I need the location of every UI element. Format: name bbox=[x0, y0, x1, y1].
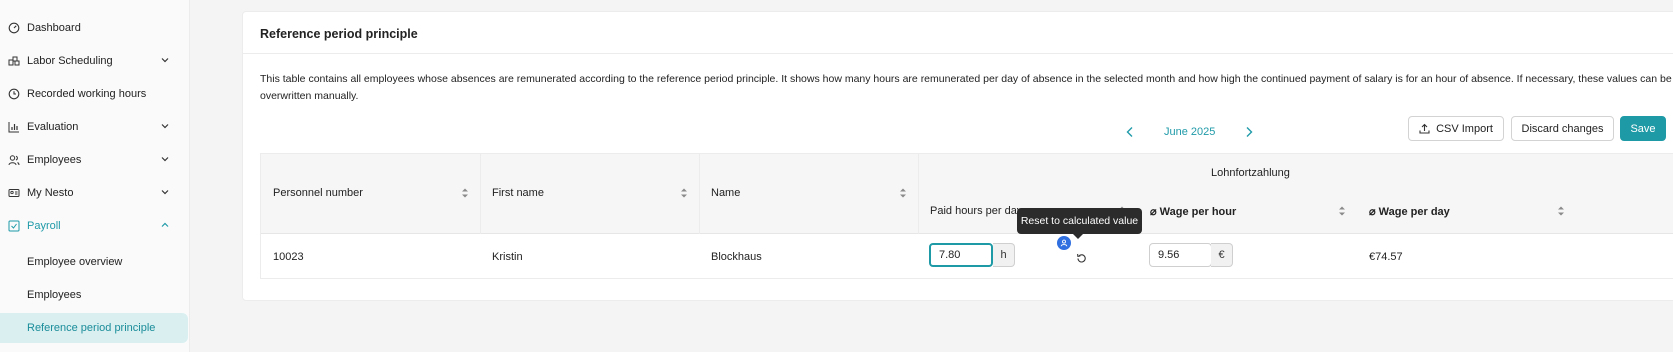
column-separator bbox=[699, 154, 700, 234]
people-icon bbox=[8, 154, 20, 166]
euro-unit: € bbox=[1211, 243, 1233, 267]
sort-icon[interactable] bbox=[680, 187, 688, 199]
sort-icon[interactable] bbox=[1557, 205, 1565, 217]
payroll-icon bbox=[8, 220, 20, 232]
hours-unit: h bbox=[993, 243, 1015, 267]
sidebar-item-recorded-hours[interactable]: Recorded working hours bbox=[0, 79, 188, 109]
chart-icon bbox=[8, 121, 20, 133]
discard-changes-button[interactable]: Discard changes bbox=[1511, 116, 1614, 141]
reference-period-card: Reference period principle This table co… bbox=[242, 11, 1673, 301]
chevron-down-icon bbox=[161, 190, 169, 195]
sort-icon[interactable] bbox=[461, 187, 469, 199]
scheduling-icon bbox=[8, 55, 20, 67]
csv-import-button[interactable]: CSV Import bbox=[1408, 116, 1504, 141]
wage-per-hour-input[interactable]: 9.56 bbox=[1149, 243, 1212, 267]
sidebar-subitem-employee-overview[interactable]: Employee overview bbox=[0, 247, 188, 277]
sidebar-item-my-nesto[interactable]: My Nesto bbox=[0, 178, 188, 208]
sidebar-item-evaluation[interactable]: Evaluation bbox=[0, 112, 188, 142]
column-separator bbox=[480, 154, 481, 234]
user-icon bbox=[1060, 239, 1068, 247]
csv-import-label: CSV Import bbox=[1436, 122, 1493, 135]
cell-wage-per-day: €74.57 bbox=[1369, 251, 1403, 263]
chevron-down-icon bbox=[161, 58, 169, 63]
dashboard-icon bbox=[8, 22, 20, 34]
reference-period-table: Personnel number First name Name Lohnfor… bbox=[260, 153, 1673, 279]
reset-icon[interactable] bbox=[1074, 251, 1088, 265]
chevron-down-icon bbox=[161, 124, 169, 129]
sidebar-item-label: Evaluation bbox=[27, 121, 79, 133]
sidebar-item-label: Dashboard bbox=[27, 22, 81, 34]
chevron-up-icon bbox=[161, 222, 169, 227]
paid-hours-input[interactable]: 7.80 bbox=[929, 243, 993, 267]
column-header-first-name[interactable]: First name bbox=[492, 187, 544, 199]
sidebar-item-payroll[interactable]: Payroll bbox=[0, 211, 188, 241]
description-text: This table contains all employees whose … bbox=[260, 73, 1672, 102]
column-header-wage-per-hour[interactable]: ⌀ Wage per hour bbox=[1150, 205, 1236, 218]
sidebar-item-employees[interactable]: Employees bbox=[0, 145, 188, 175]
column-header-personnel-number[interactable]: Personnel number bbox=[273, 187, 363, 199]
sort-icon[interactable] bbox=[899, 187, 907, 199]
divider bbox=[243, 53, 1673, 54]
sidebar-item-dashboard[interactable]: Dashboard bbox=[0, 13, 188, 43]
column-header-name[interactable]: Name bbox=[711, 187, 740, 199]
sidebar-item-label: Payroll bbox=[27, 220, 61, 232]
sidebar-item-label: Recorded working hours bbox=[27, 88, 147, 100]
sidebar-item-label: Employees bbox=[27, 154, 82, 166]
cell-personnel-number: 10023 bbox=[273, 251, 304, 263]
table-header: Personnel number First name Name Lohnfor… bbox=[261, 154, 1673, 234]
sort-icon[interactable] bbox=[1338, 205, 1346, 217]
id-card-icon bbox=[8, 187, 20, 199]
sidebar-subitem-employees[interactable]: Employees bbox=[0, 280, 188, 310]
sidebar-item-label: My Nesto bbox=[27, 187, 74, 199]
column-header-wage-per-day[interactable]: ⌀ Wage per day bbox=[1369, 205, 1450, 218]
chevron-right-icon[interactable] bbox=[1242, 125, 1256, 139]
chevron-left-icon[interactable] bbox=[1123, 125, 1137, 139]
group-header-lohnfortzahlung: Lohnfortzahlung bbox=[1211, 167, 1290, 179]
month-label: June 2025 bbox=[1164, 126, 1216, 138]
user-override-badge bbox=[1057, 236, 1071, 250]
sidebar-subitem-label: Employees bbox=[27, 289, 82, 301]
sidebar-subitem-label: Reference period principle bbox=[27, 322, 156, 334]
column-header-paid-hours[interactable]: Paid hours per day bbox=[930, 205, 1022, 217]
sidebar-subitem-reference-period[interactable]: Reference period principle bbox=[0, 313, 188, 343]
reset-tooltip: Reset to calculated value bbox=[1017, 208, 1142, 239]
upload-icon bbox=[1419, 123, 1430, 134]
sidebar-subitem-label: Employee overview bbox=[27, 256, 123, 268]
cell-name: Blockhaus bbox=[711, 251, 762, 263]
clock-icon bbox=[8, 88, 20, 100]
column-separator bbox=[918, 154, 919, 234]
sidebar-item-label: Labor Scheduling bbox=[27, 55, 113, 67]
sidebar: Dashboard Labor Scheduling Recorded work… bbox=[0, 0, 190, 352]
month-navigator: June 2025 bbox=[1123, 122, 1256, 142]
chevron-down-icon bbox=[161, 157, 169, 162]
sidebar-item-labor-scheduling[interactable]: Labor Scheduling bbox=[0, 46, 188, 76]
cell-first-name: Kristin bbox=[492, 251, 523, 263]
page-title: Reference period principle bbox=[260, 27, 418, 41]
save-button[interactable]: Save bbox=[1620, 116, 1666, 141]
